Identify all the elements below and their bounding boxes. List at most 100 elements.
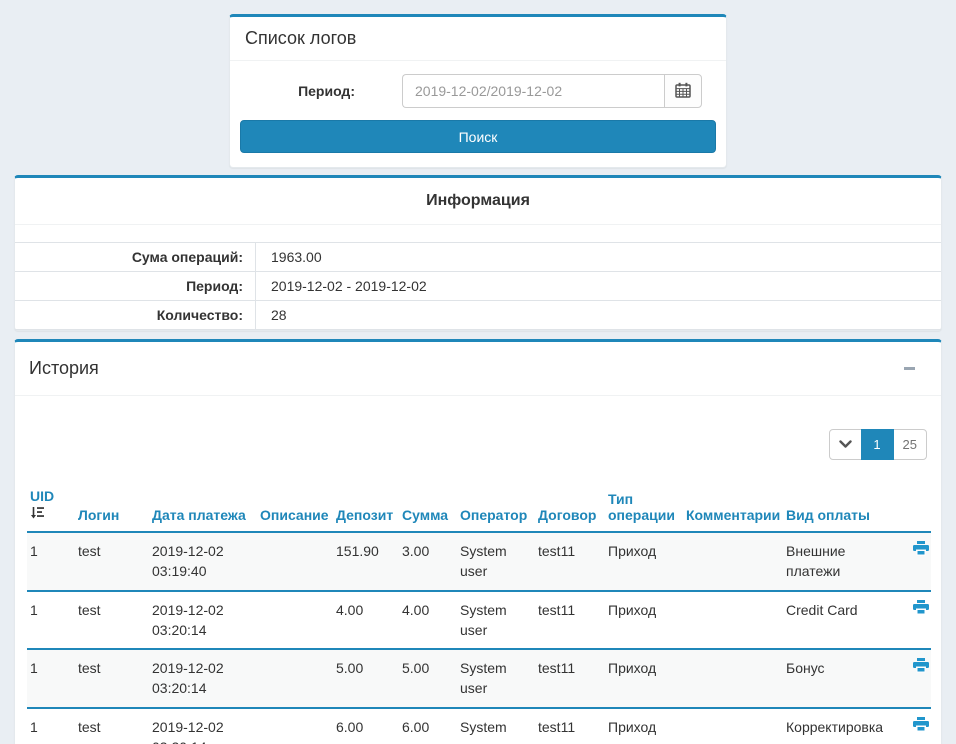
history-table: UID Логин Дата платежа <box>27 486 931 744</box>
cell-operator: System user <box>457 708 535 744</box>
sum-label: Сума операций: <box>15 243 256 271</box>
cell-payment-date: 2019-12-02 03:19:40 <box>149 532 257 591</box>
cell-print <box>895 591 931 650</box>
cell-uid: 1 <box>27 708 75 744</box>
search-button[interactable]: Поиск <box>240 120 716 153</box>
cell-print <box>895 708 931 744</box>
info-row-count: Количество: 28 <box>15 300 941 330</box>
information-title: Информация <box>15 178 941 225</box>
cell-payment-kind: Бонус <box>783 649 895 708</box>
cell-payment-kind: Внешние платежи <box>783 532 895 591</box>
cell-operation-type: Приход <box>605 708 683 744</box>
cell-contract: test11 <box>535 532 605 591</box>
cell-comments <box>683 708 783 744</box>
cell-operator: System user <box>457 532 535 591</box>
cell-description <box>257 591 333 650</box>
cell-uid: 1 <box>27 532 75 591</box>
cell-contract: test11 <box>535 591 605 650</box>
cell-payment-kind: Корректировка <box>783 708 895 744</box>
history-heading: История <box>15 342 941 396</box>
cell-login: test <box>75 532 149 591</box>
period-row-value: 2019-12-02 - 2019-12-02 <box>256 272 941 300</box>
cell-amount: 5.00 <box>399 649 457 708</box>
history-table-body: 1 test 2019-12-02 03:19:40 151.90 3.00 S… <box>27 532 931 744</box>
table-row: 1 test 2019-12-02 03:19:40 151.90 3.00 S… <box>27 532 931 591</box>
history-title: История <box>29 358 99 379</box>
column-header-login[interactable]: Логин <box>75 486 149 532</box>
cell-amount: 4.00 <box>399 591 457 650</box>
cell-contract: test11 <box>535 708 605 744</box>
printer-icon <box>913 603 929 618</box>
printer-icon <box>913 544 929 559</box>
cell-login: test <box>75 708 149 744</box>
cell-uid: 1 <box>27 649 75 708</box>
cell-payment-date: 2019-12-02 03:20:14 <box>149 708 257 744</box>
calendar-icon <box>675 82 691 101</box>
cell-login: test <box>75 649 149 708</box>
cell-uid: 1 <box>27 591 75 650</box>
sort-amount-icon <box>30 506 70 523</box>
cell-comments <box>683 649 783 708</box>
column-header-contract[interactable]: Договор <box>535 486 605 532</box>
cell-description <box>257 649 333 708</box>
print-button[interactable] <box>913 541 929 559</box>
print-button[interactable] <box>913 600 929 618</box>
column-header-deposit[interactable]: Депозит <box>333 486 399 532</box>
cell-amount: 6.00 <box>399 708 457 744</box>
pagination: 1 25 <box>27 429 927 460</box>
table-row: 1 test 2019-12-02 03:20:14 4.00 4.00 Sys… <box>27 591 931 650</box>
period-input-group <box>402 74 702 108</box>
cell-operation-type: Приход <box>605 649 683 708</box>
log-list-card: Список логов Период: Поиск <box>229 14 727 168</box>
cell-comments <box>683 591 783 650</box>
column-header-payment-date[interactable]: Дата платежа <box>149 486 257 532</box>
column-header-print <box>895 486 931 532</box>
cell-deposit: 151.90 <box>333 532 399 591</box>
information-panel: Информация Сума операций: 1963.00 Период… <box>14 175 942 331</box>
cell-contract: test11 <box>535 649 605 708</box>
column-header-uid[interactable]: UID <box>27 486 75 532</box>
column-header-amount[interactable]: Сумма <box>399 486 457 532</box>
cell-print <box>895 532 931 591</box>
cell-operator: System user <box>457 591 535 650</box>
chevron-down-icon <box>839 437 852 452</box>
cell-operation-type: Приход <box>605 532 683 591</box>
cell-payment-date: 2019-12-02 03:20:14 <box>149 649 257 708</box>
cell-amount: 3.00 <box>399 532 457 591</box>
cell-description <box>257 532 333 591</box>
printer-icon <box>913 661 929 676</box>
minus-icon <box>904 367 915 370</box>
table-row: 1 test 2019-12-02 03:20:14 6.00 6.00 Sys… <box>27 708 931 744</box>
page-button-1[interactable]: 1 <box>861 429 894 460</box>
card-title: Список логов <box>230 17 726 61</box>
column-header-payment-kind[interactable]: Вид оплаты <box>783 486 895 532</box>
cell-deposit: 4.00 <box>333 591 399 650</box>
page-size-dropdown-button[interactable] <box>829 429 862 460</box>
cell-login: test <box>75 591 149 650</box>
cell-comments <box>683 532 783 591</box>
pagination-group: 1 25 <box>829 429 927 460</box>
card-body: Период: Поиск <box>230 61 726 153</box>
cell-description <box>257 708 333 744</box>
print-button[interactable] <box>913 717 929 735</box>
period-form-row: Период: <box>230 61 726 108</box>
column-header-operation-type[interactable]: Тип операции <box>605 486 683 532</box>
cell-payment-date: 2019-12-02 03:20:14 <box>149 591 257 650</box>
page-size-button[interactable]: 25 <box>893 429 927 460</box>
column-header-description[interactable]: Описание <box>257 486 333 532</box>
collapse-button[interactable] <box>900 354 927 383</box>
count-label: Количество: <box>15 301 256 329</box>
calendar-addon-button[interactable] <box>664 74 702 108</box>
cell-deposit: 6.00 <box>333 708 399 744</box>
cell-print <box>895 649 931 708</box>
count-value: 28 <box>256 301 941 329</box>
table-row: 1 test 2019-12-02 03:20:14 5.00 5.00 Sys… <box>27 649 931 708</box>
info-row-period: Период: 2019-12-02 - 2019-12-02 <box>15 271 941 300</box>
period-input[interactable] <box>402 74 664 108</box>
cell-operation-type: Приход <box>605 591 683 650</box>
column-header-operator[interactable]: Оператор <box>457 486 535 532</box>
column-header-comments[interactable]: Комментарии <box>683 486 783 532</box>
print-button[interactable] <box>913 658 929 676</box>
period-row-label: Период: <box>15 272 256 300</box>
cell-deposit: 5.00 <box>333 649 399 708</box>
